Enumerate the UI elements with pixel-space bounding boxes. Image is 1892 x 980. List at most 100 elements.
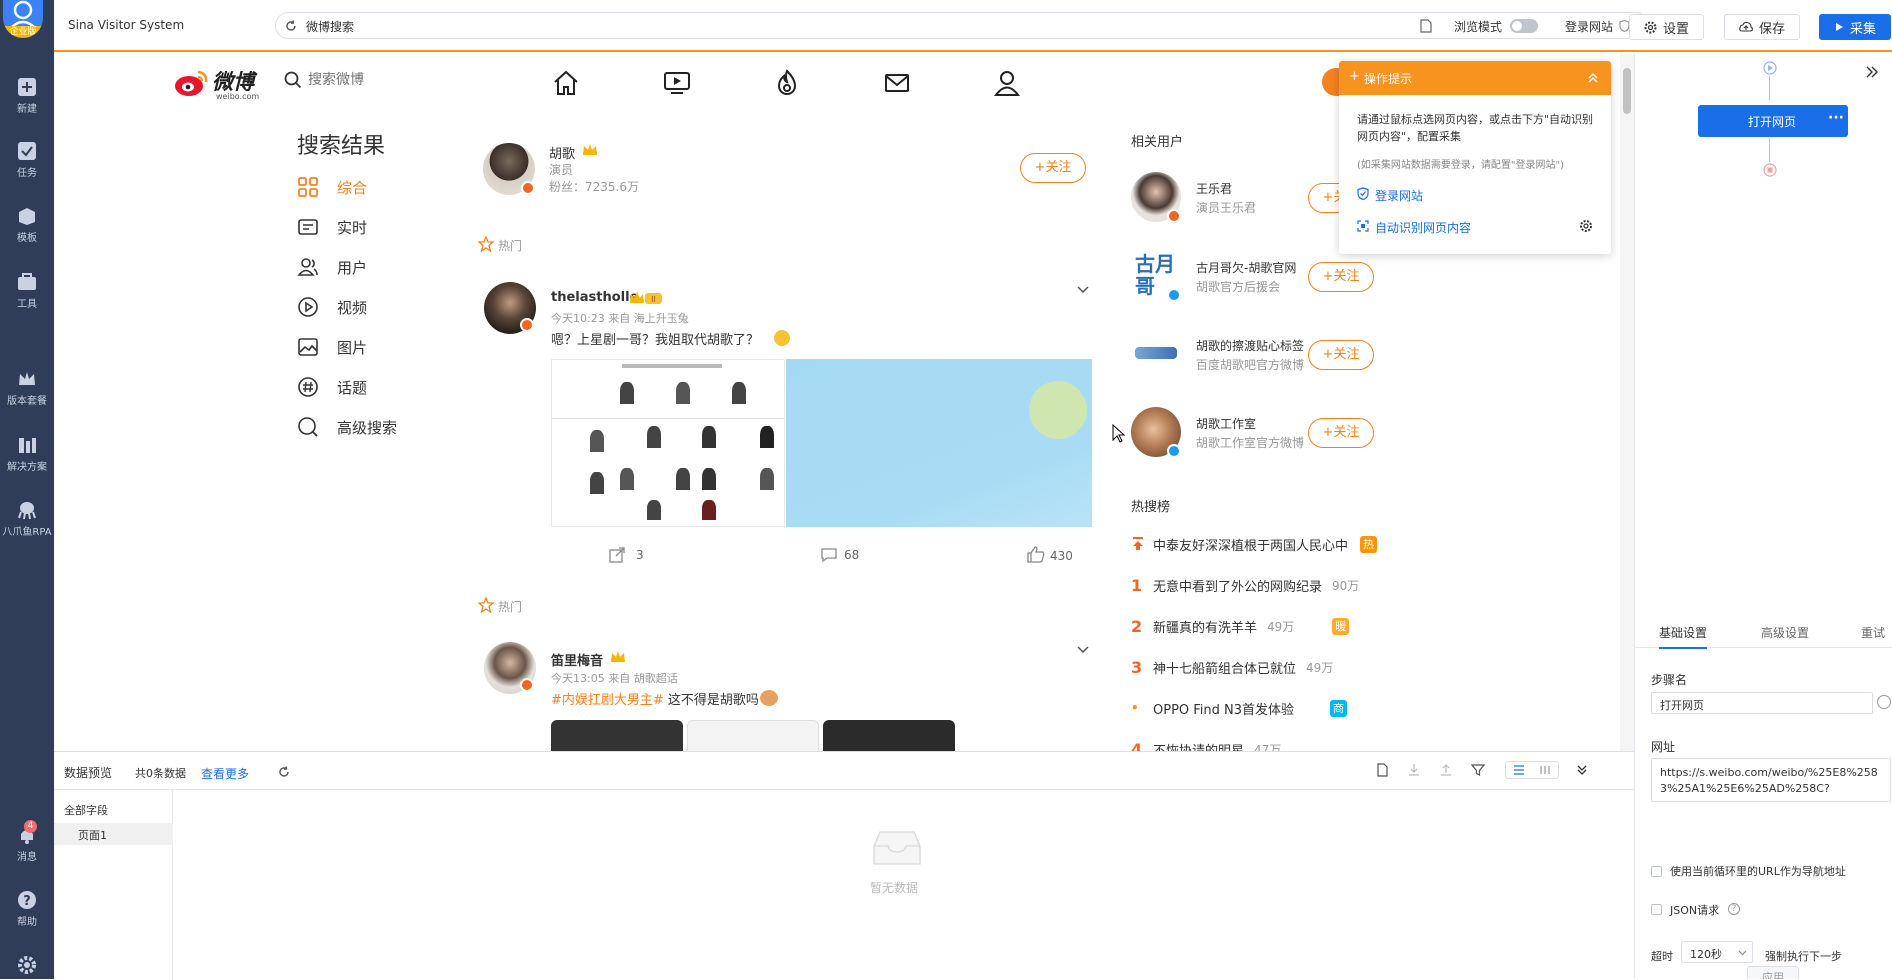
sidebar-item-help[interactable]: ? 帮助 [0, 890, 54, 928]
menu-item-topic[interactable]: 话题 [297, 376, 367, 398]
upload-icon[interactable] [1439, 763, 1453, 777]
weibo-logo[interactable]: 微博 weibo.com [174, 66, 274, 102]
tab-advanced-settings[interactable]: 高级设置 [1761, 624, 1809, 641]
like-icon[interactable] [1027, 546, 1045, 563]
user-name[interactable]: 胡歌 [549, 143, 575, 162]
refresh-icon[interactable] [278, 766, 290, 778]
user-desc: 演员 [549, 163, 574, 177]
hot-search-item[interactable]: 2 新疆真的有洗羊羊 49万 暖 [1131, 616, 1350, 636]
tip-login-link[interactable]: 登录网站 [1375, 187, 1423, 204]
download-icon[interactable] [1407, 763, 1421, 777]
list-view-icon[interactable] [1513, 765, 1525, 775]
page-scrollbar[interactable] [1620, 54, 1634, 751]
sidebar-item-new[interactable]: 新建 [0, 77, 54, 115]
follow-button[interactable]: +关注 [1308, 340, 1374, 370]
timeout-select[interactable]: 120秒 [1681, 941, 1753, 963]
repost-icon[interactable] [609, 547, 627, 563]
hot-search-item[interactable]: 1 无意中看到了外公的网购纪录 90万 [1131, 575, 1359, 595]
hot-search-item-pinned[interactable]: 中泰友好深深植根于两国人民心中 热 [1131, 534, 1378, 554]
menu-item-label: 用户 [337, 258, 368, 277]
weibo-search-input[interactable] [308, 68, 458, 92]
menu-item-realtime[interactable]: 实时 [297, 216, 367, 238]
hot-search-count: 47万 [1254, 742, 1282, 752]
collect-button[interactable]: 采集 [1819, 14, 1892, 40]
collapse-icon[interactable] [1587, 73, 1599, 83]
use-loop-url-checkbox[interactable] [1651, 866, 1662, 877]
post-topic-link[interactable]: #内娱扛剧大男主# [551, 693, 664, 708]
post-image-thumb[interactable] [687, 720, 819, 751]
chevron-down-icon[interactable] [1076, 285, 1090, 295]
login-site-link[interactable]: 登录网站 [1565, 18, 1613, 35]
post-image-thumb[interactable] [551, 720, 683, 751]
related-user-name[interactable]: 胡歌的擦渡贴心标签 [1196, 337, 1304, 354]
comment-icon[interactable] [821, 547, 837, 563]
hot-search-item[interactable]: • OPPO Find N3首发体验 商 [1131, 698, 1348, 718]
url-textarea[interactable]: https://s.weibo.com/weibo/%25E8%2583%25A… [1651, 758, 1891, 802]
mail-icon[interactable] [882, 68, 912, 98]
menu-item-label: 综合 [337, 178, 368, 197]
flow-node-open-page[interactable]: 打开网页 ··· [1698, 105, 1848, 137]
sidebar-item-messages[interactable]: 消息 4 [0, 820, 54, 863]
follow-button[interactable]: +关注 [1308, 262, 1374, 292]
sidebar-item-task[interactable]: 任务 [0, 141, 54, 179]
hot-flame-icon[interactable] [772, 68, 802, 98]
address-bar[interactable]: 微博搜索 浏览模式 登录网站 [275, 12, 1649, 39]
follow-button[interactable]: +关注 [1308, 418, 1374, 448]
apply-button[interactable]: 应用 [1747, 966, 1799, 979]
sidebar-item-plans[interactable]: 版本套餐 [0, 369, 54, 407]
step-name-input[interactable]: 打开网页 [1651, 692, 1873, 714]
tab-retry[interactable]: 重试 [1861, 624, 1885, 641]
tab-basic-settings[interactable]: 基础设置 [1659, 624, 1707, 649]
step-name-extra-icon[interactable] [1877, 695, 1891, 709]
menu-item-video[interactable]: 视频 [297, 296, 367, 318]
follow-button[interactable]: +关注 [1020, 153, 1086, 183]
hot-search-count: 49万 [1306, 660, 1334, 675]
tip-auto-detect-link[interactable]: 自动识别网页内容 [1375, 219, 1471, 236]
menu-item-advanced-search[interactable]: 高级搜索 [297, 416, 397, 438]
save-button[interactable]: 保存 [1724, 14, 1801, 40]
tree-item-page1[interactable]: 页面1 [54, 823, 173, 845]
menu-item-users[interactable]: 用户 [297, 256, 367, 278]
menu-item-image[interactable]: 图片 [297, 336, 367, 358]
hot-search-item[interactable]: 3 神十七船箭组合体已就位 49万 [1131, 657, 1333, 677]
view-more-link[interactable]: 查看更多 [201, 765, 249, 782]
post-author-name[interactable]: 笛里梅音 [551, 650, 603, 669]
help-icon[interactable]: ? [1728, 903, 1740, 915]
settings-button[interactable]: 设置 [1629, 14, 1705, 40]
related-user-name[interactable]: 王乐君 [1196, 180, 1232, 197]
sidebar-item-template[interactable]: 模板 [0, 206, 54, 244]
related-user-name[interactable]: 胡歌工作室 [1196, 415, 1256, 432]
page-icon[interactable] [1420, 19, 1432, 33]
expand-panel-icon[interactable] [1865, 66, 1879, 78]
chevron-down-icon[interactable] [1076, 645, 1090, 655]
sidebar-item-rpa[interactable]: 八爪鱼RPA [0, 500, 54, 538]
related-user-avatar[interactable] [1131, 329, 1181, 379]
view-toggle[interactable] [1505, 761, 1559, 779]
export-icon[interactable] [1375, 763, 1389, 777]
tree-item-all-fields[interactable]: 全部字段 [64, 802, 108, 818]
more-options-icon[interactable]: ··· [1828, 110, 1844, 126]
column-view-icon[interactable] [1539, 765, 1551, 775]
collapse-panel-icon[interactable] [1576, 764, 1588, 776]
menu-item-comprehensive[interactable]: 综合 [297, 176, 367, 198]
refresh-icon[interactable] [285, 20, 297, 32]
sidebar-item-solutions[interactable]: 解决方案 [0, 435, 54, 473]
gear-icon[interactable] [1579, 219, 1593, 233]
home-icon[interactable] [551, 68, 581, 98]
post-author-name[interactable]: thelastholle [551, 290, 638, 305]
profile-icon[interactable] [992, 68, 1022, 98]
sidebar-item-tools[interactable]: 工具 [0, 272, 54, 310]
filter-icon[interactable] [1471, 763, 1485, 777]
sidebar-item-settings[interactable] [0, 955, 54, 978]
browse-mode-toggle[interactable] [1510, 19, 1538, 33]
video-tv-icon[interactable] [662, 68, 692, 98]
hot-search-item[interactable]: 4 不恢协请的明星 47万 [1131, 739, 1282, 752]
user-avatar[interactable]: 企业版 [3, 0, 43, 38]
post-image-chart[interactable] [551, 359, 785, 527]
post-image-thumb[interactable] [823, 720, 955, 751]
related-user-name[interactable]: 古月哥欠-胡歌官网 [1196, 259, 1296, 276]
post-image-blue[interactable] [786, 359, 1092, 527]
vip-crown-icon: II [630, 292, 662, 304]
json-request-checkbox[interactable] [1651, 904, 1662, 915]
menu-item-label: 视频 [337, 298, 368, 317]
